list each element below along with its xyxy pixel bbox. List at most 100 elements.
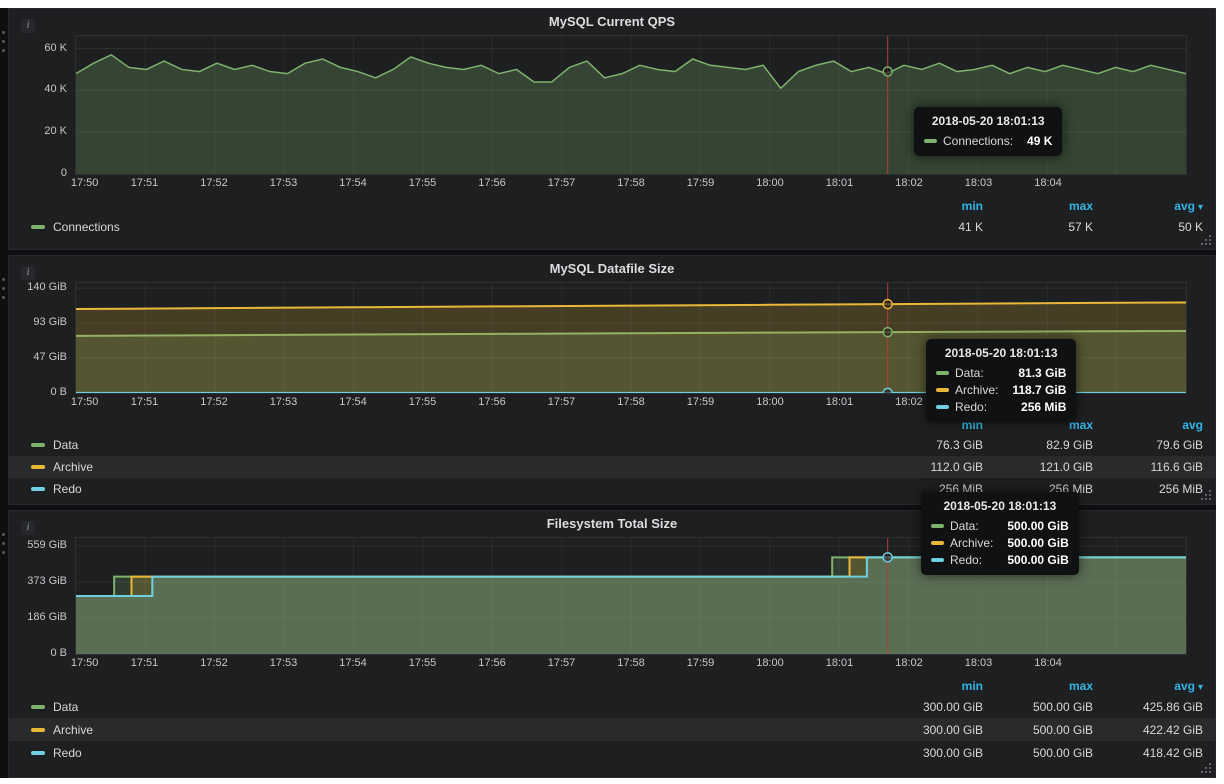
stat-header-max[interactable]: max [983,199,1093,213]
series-color-icon [924,139,937,143]
info-icon[interactable]: i [21,266,35,280]
x-tick-label: 17:50 [71,657,99,669]
legend: min max avg▾ Data76.3 GiB82.9 GiB79.6 Gi… [9,416,1215,500]
tooltip-series-label: Redo: [955,400,987,414]
series-color-icon [936,388,949,392]
stat-header-max[interactable]: max [983,679,1093,693]
legend-series-redo[interactable]: Redo [31,482,873,496]
legend-series-archive[interactable]: Archive [31,460,873,474]
x-tick-label: 17:54 [339,396,367,408]
x-tick-label: 18:00 [756,657,784,669]
stat-avg: 256 MiB [1093,482,1203,496]
legend-series-archive[interactable]: Archive [31,723,873,737]
y-tick-label: 60 K [44,42,67,54]
stat-header-min[interactable]: min [873,679,983,693]
x-tick-label: 18:01 [826,657,854,669]
x-tick-label: 17:52 [200,177,228,189]
stat-max: 500.00 GiB [983,746,1093,760]
stat-avg: 418.42 GiB [1093,746,1203,760]
stat-max: 500.00 GiB [983,700,1093,714]
legend-row: Archive300.00 GiB500.00 GiB422.42 GiB [9,718,1215,741]
x-tick-label: 18:02 [895,396,923,408]
stat-min: 300.00 GiB [873,746,983,760]
legend-rows: Connections41 K57 K50 K [9,215,1215,239]
tooltip-series-value: 118.7 GiB [998,383,1066,397]
x-tick-label: 18:00 [756,177,784,189]
x-tick-label: 17:50 [71,177,99,189]
stat-header-min[interactable]: min [873,199,983,213]
legend-stats-header: min max avg▾ [9,677,1215,695]
x-tick-label: 17:53 [270,396,298,408]
tooltip-series-value: 256 MiB [1007,400,1066,414]
legend-series-connections[interactable]: Connections [31,220,873,234]
legend-row: Archive112.0 GiB121.0 GiB116.6 GiB [9,456,1215,478]
legend: min max avg▾ Data300.00 GiB500.00 GiB425… [9,677,1215,764]
panel-title[interactable]: MySQL Current QPS [9,9,1215,35]
tooltip-series-value: 500.00 GiB [993,536,1068,550]
tooltip-row: Archive:118.7 GiB [936,383,1066,397]
x-tick-label: 18:01 [826,177,854,189]
x-tick-label: 17:51 [131,657,159,669]
legend-series-data[interactable]: Data [31,438,873,452]
x-tick-label: 17:56 [478,657,506,669]
stat-avg: 425.86 GiB [1093,700,1203,714]
x-tick-label: 17:58 [617,396,645,408]
stat-avg: 79.6 GiB [1093,438,1203,452]
x-tick-label: 17:52 [200,396,228,408]
tooltip-row: Archive:500.00 GiB [931,536,1069,550]
stat-avg: 422.42 GiB [1093,723,1203,737]
tooltip-row: Redo:500.00 GiB [931,553,1069,567]
stat-max: 500.00 GiB [983,723,1093,737]
y-tick-label: 186 GiB [27,611,67,623]
x-tick-label: 17:55 [409,396,437,408]
y-axis: 0 B47 GiB93 GiB140 GiB [9,282,75,394]
panel-drag-handle[interactable] [2,278,6,308]
resize-handle[interactable] [1201,235,1211,245]
y-tick-label: 93 GiB [33,316,67,328]
stat-header-avg[interactable]: avg▾ [1093,418,1203,432]
x-tick-label: 18:04 [1034,177,1062,189]
tooltip-series-value: 81.3 GiB [1004,366,1066,380]
y-tick-label: 0 [61,167,67,179]
x-tick-label: 17:54 [339,177,367,189]
stat-max: 82.9 GiB [983,438,1093,452]
x-tick-label: 17:51 [131,396,159,408]
x-tick-label: 17:59 [687,177,715,189]
x-tick-label: 18:03 [965,177,993,189]
tooltip-series-label: Archive: [950,536,993,550]
x-tick-label: 18:02 [895,657,923,669]
x-tick-label: 17:57 [548,177,576,189]
legend-series-data[interactable]: Data [31,700,873,714]
resize-handle[interactable] [1201,763,1211,773]
info-icon[interactable]: i [21,521,35,535]
panel-drag-handle[interactable] [2,533,6,563]
panel-drag-handle[interactable] [2,31,6,61]
x-tick-label: 17:59 [687,396,715,408]
tooltip-row: Connections:49 K [924,134,1052,148]
tooltip-series-label: Redo: [950,553,982,567]
x-tick-label: 18:04 [1034,657,1062,669]
y-tick-label: 0 B [50,647,67,659]
x-tick-label: 17:56 [478,396,506,408]
x-tick-label: 17:55 [409,657,437,669]
x-tick-label: 17:55 [409,177,437,189]
legend-rows: Data300.00 GiB500.00 GiB425.86 GiBArchiv… [9,695,1215,764]
tooltip-timestamp: 2018-05-20 18:01:13 [924,114,1052,128]
series-color-icon [936,371,949,375]
legend: min max avg▾ Connections41 K57 K50 K [9,197,1215,239]
series-color-icon [31,225,45,229]
stat-header-avg[interactable]: avg▾ [1093,679,1203,693]
tooltip-datafile-size: 2018-05-20 18:01:13 Data:81.3 GiBArchive… [926,339,1076,422]
x-tick-label: 17:57 [548,396,576,408]
legend-rows: Data76.3 GiB82.9 GiB79.6 GiBArchive112.0… [9,434,1215,500]
x-tick-label: 17:51 [131,177,159,189]
x-tick-label: 17:50 [71,396,99,408]
panel-title[interactable]: MySQL Datafile Size [9,256,1215,282]
legend-row: Redo300.00 GiB500.00 GiB418.42 GiB [9,741,1215,764]
stat-max: 57 K [983,220,1093,234]
resize-handle[interactable] [1201,490,1211,500]
y-tick-label: 559 GiB [27,539,67,551]
stat-header-avg[interactable]: avg▾ [1093,199,1203,213]
legend-series-redo[interactable]: Redo [31,746,873,760]
info-icon[interactable]: i [21,19,35,33]
